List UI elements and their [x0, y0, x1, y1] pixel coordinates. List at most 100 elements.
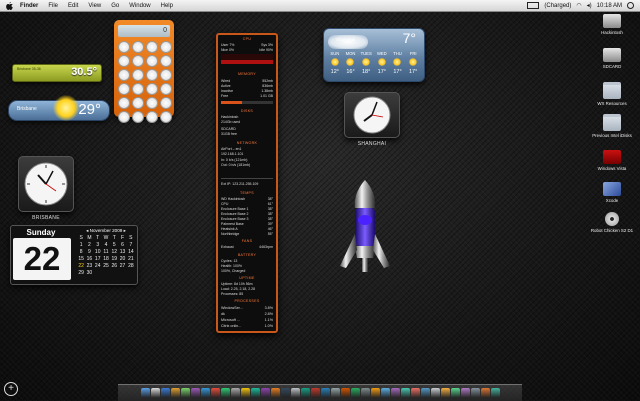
calculator-key[interactable] — [132, 41, 144, 53]
menu-view[interactable]: View — [83, 3, 106, 9]
dock-app-icon[interactable] — [350, 388, 360, 398]
menu-edit[interactable]: Edit — [63, 3, 83, 9]
calendar-date[interactable]: 26 — [110, 263, 118, 269]
dock-app-icon[interactable] — [210, 388, 220, 398]
calendar-date[interactable]: 9 — [85, 249, 93, 255]
volume-icon[interactable]: ◂) — [587, 2, 592, 9]
calendar-date[interactable]: 7 — [127, 242, 135, 248]
dock-app-icon[interactable] — [290, 388, 300, 398]
calculator-key[interactable] — [118, 69, 130, 81]
calendar-date[interactable]: 27 — [118, 263, 126, 269]
calendar-date[interactable]: 15 — [77, 256, 85, 262]
dock-app-icon[interactable] — [270, 388, 280, 398]
calculator-key[interactable] — [132, 97, 144, 109]
calculator-key[interactable] — [146, 69, 158, 81]
calendar-date[interactable]: 2 — [85, 242, 93, 248]
dock-app-icon[interactable] — [340, 388, 350, 398]
dock-app-icon[interactable] — [320, 388, 330, 398]
dock-app-icon[interactable] — [430, 388, 440, 398]
dock-app-icon[interactable] — [330, 388, 340, 398]
calendar-month[interactable]: ◂ November 2009 ▸ — [77, 228, 135, 234]
dock-app-icon[interactable] — [450, 388, 460, 398]
calendar-date[interactable]: 18 — [102, 256, 110, 262]
calculator-key[interactable] — [160, 41, 172, 53]
calendar-date[interactable]: 5 — [110, 242, 118, 248]
calculator-key[interactable] — [146, 83, 158, 95]
calculator-key[interactable] — [160, 69, 172, 81]
calendar-date[interactable]: 30 — [85, 270, 93, 276]
calendar-date[interactable]: 20 — [118, 256, 126, 262]
dock-app-icon[interactable] — [300, 388, 310, 398]
calculator-key[interactable] — [160, 97, 172, 109]
calendar-date[interactable]: 24 — [94, 263, 102, 269]
calculator-key[interactable] — [132, 55, 144, 67]
dock-app-icon[interactable] — [420, 388, 430, 398]
dock-app-icon[interactable] — [440, 388, 450, 398]
calendar-date[interactable]: 19 — [110, 256, 118, 262]
calendar-date[interactable]: 28 — [127, 263, 135, 269]
calculator-key[interactable] — [118, 97, 130, 109]
dock-app-icon[interactable] — [170, 388, 180, 398]
calendar-date[interactable]: 8 — [77, 249, 85, 255]
dock-app-icon[interactable] — [470, 388, 480, 398]
dock-app-icon[interactable] — [260, 388, 270, 398]
calendar-date[interactable]: 11 — [102, 249, 110, 255]
calculator-key[interactable] — [118, 111, 130, 123]
desktop-icon-windows-vista[interactable]: Windows Vista — [584, 150, 640, 171]
dock-app-icon[interactable] — [200, 388, 210, 398]
brisbane-weather-widget[interactable]: Brisbane 29° — [8, 95, 110, 121]
dock-app-icon[interactable] — [480, 388, 490, 398]
calculator-key[interactable] — [118, 55, 130, 67]
menu-help[interactable]: Help — [156, 3, 178, 9]
calendar-date[interactable]: 16 — [85, 256, 93, 262]
menu-app-finder[interactable]: Finder — [15, 3, 43, 9]
calculator-key[interactable] — [160, 111, 172, 123]
dock-app-icon[interactable] — [160, 388, 170, 398]
calculator-key[interactable] — [132, 83, 144, 95]
desktop-icon-previous-intel-idisks[interactable]: Previous Intel iDisks — [584, 114, 640, 138]
dock-app-icon[interactable] — [460, 388, 470, 398]
desktop-icon-wx-resources[interactable]: WX Resources — [584, 82, 640, 106]
dock-app-icon[interactable] — [150, 388, 160, 398]
dock-app-icon[interactable] — [400, 388, 410, 398]
calculator-key[interactable] — [160, 83, 172, 95]
dock-app-icon[interactable] — [490, 388, 500, 398]
shanghai-clock-widget[interactable]: SHANGHAI — [344, 92, 400, 147]
dock-app-icon[interactable] — [360, 388, 370, 398]
calendar-date[interactable]: 25 — [102, 263, 110, 269]
dock-app-icon[interactable] — [370, 388, 380, 398]
calendar-date[interactable]: 14 — [127, 249, 135, 255]
calculator-key[interactable] — [146, 41, 158, 53]
menu-clock[interactable]: 10:18 AM — [597, 3, 622, 9]
desktop-icon-robot-chicken[interactable]: Robot Chicken S2 D1 — [584, 212, 640, 233]
calendar-date[interactable]: 3 — [94, 242, 102, 248]
calendar-date[interactable]: 23 — [85, 263, 93, 269]
temperature-widget[interactable]: Brisbane 35-36 30.5° — [12, 64, 102, 82]
calculator-key[interactable] — [132, 69, 144, 81]
calendar-date[interactable]: 12 — [110, 249, 118, 255]
dock-app-icon[interactable] — [410, 388, 420, 398]
calculator-key[interactable] — [160, 55, 172, 67]
menu-file[interactable]: File — [43, 3, 63, 9]
calculator-key[interactable] — [146, 111, 158, 123]
desktop-icon-hackintosh[interactable]: Hackintosh — [584, 14, 640, 35]
calculator-key[interactable] — [118, 83, 130, 95]
brisbane-clock-widget[interactable]: BRISBANE — [18, 156, 74, 221]
battery-icon[interactable] — [527, 2, 540, 9]
calculator-key[interactable] — [118, 41, 130, 53]
calculator-widget[interactable]: 0 — [114, 20, 174, 123]
calendar-date[interactable]: 29 — [77, 270, 85, 276]
dock-app-icon[interactable] — [180, 388, 190, 398]
calendar-date[interactable]: 21 — [127, 256, 135, 262]
desktop-icon-sdcard[interactable]: SDCARD — [584, 48, 640, 69]
apple-menu-icon[interactable] — [6, 1, 13, 10]
calendar-widget[interactable]: Sunday 22 ◂ November 2009 ▸ SMTWTFS12345… — [10, 225, 138, 285]
desktop-icon-xcode[interactable]: Xcode — [584, 182, 640, 203]
dock-app-icon[interactable] — [230, 388, 240, 398]
calendar-date[interactable]: 1 — [77, 242, 85, 248]
dock-app-icon[interactable] — [240, 388, 250, 398]
dock-app-icon[interactable] — [250, 388, 260, 398]
calendar-date[interactable]: 13 — [118, 249, 126, 255]
calendar-date[interactable]: 4 — [102, 242, 110, 248]
rocket-lamp-widget[interactable] — [330, 178, 400, 290]
